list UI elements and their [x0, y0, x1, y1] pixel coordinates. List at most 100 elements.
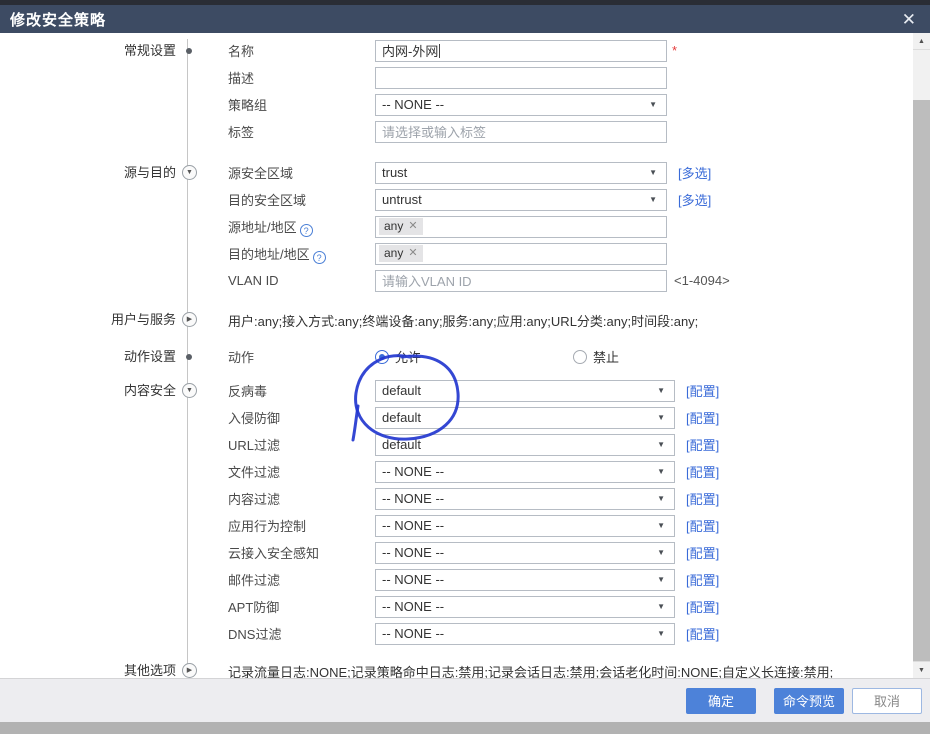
tag-text: any	[384, 245, 403, 262]
content-security-row: 反病毒 default ▼ [配置]	[210, 377, 930, 404]
collapse-expanded-icon[interactable]: ▼	[182, 383, 197, 398]
configure-link[interactable]: [配置]	[686, 408, 719, 427]
section-user-service-content: 用户:any;接入方式:any;终端设备:any;服务:any;应用:any;U…	[210, 308, 930, 332]
profile-label: APT防御	[210, 597, 375, 616]
section-label-text: 内容安全	[124, 383, 176, 398]
vertical-scrollbar: ▲ ▼	[913, 33, 930, 678]
field-row-tags: 标签 请选择或输入标签	[210, 118, 930, 145]
src-addr-tag: any ✕	[379, 218, 423, 235]
dst-zone-multi-select-link[interactable]: [多选]	[678, 190, 711, 209]
collapse-collapsed-icon[interactable]: ▶	[182, 663, 197, 678]
section-label-source-dest: 源与目的 ▼	[0, 159, 210, 186]
section-general: 常规设置 名称 内网-外网 * 描述 策略组 -	[0, 33, 930, 145]
dst-addr-input[interactable]: any ✕	[375, 243, 667, 265]
description-label: 描述	[210, 68, 375, 87]
src-zone-select[interactable]: trust ▼	[375, 162, 667, 184]
other-summary-row: 记录流量日志:NONE;记录策略命中日志:禁用;记录会话日志:禁用;会话老化时间…	[210, 659, 930, 678]
profile-select[interactable]: -- NONE -- ▼	[375, 488, 675, 510]
chevron-down-icon: ▼	[657, 386, 665, 395]
help-icon[interactable]: ?	[313, 251, 326, 264]
timeline-dot-icon	[186, 48, 192, 54]
field-row-src-addr: 源地址/地区? any ✕	[210, 213, 930, 240]
configure-link[interactable]: [配置]	[686, 570, 719, 589]
profile-label: 邮件过滤	[210, 570, 375, 589]
field-row-policy-group: 策略组 -- NONE -- ▼	[210, 91, 930, 118]
src-zone-multi-select-link[interactable]: [多选]	[678, 163, 711, 182]
ok-button[interactable]: 确定	[686, 688, 756, 714]
section-label-general: 常规设置	[0, 37, 210, 64]
radio-allow[interactable]: 允许	[375, 347, 421, 366]
modify-security-policy-dialog: 修改安全策略 ✕ 常规设置 名称 内网-外网 * 描述	[0, 0, 930, 734]
policy-group-select[interactable]: -- NONE -- ▼	[375, 94, 667, 116]
tag-text: any	[384, 218, 403, 235]
section-label-text: 其他选项	[124, 663, 176, 678]
section-source-dest: 源与目的 ▼ 源安全区域 trust ▼ [多选] 目的安全区域 untrust	[0, 159, 930, 294]
user-service-summary-row: 用户:any;接入方式:any;终端设备:any;服务:any;应用:any;U…	[210, 308, 930, 332]
configure-link[interactable]: [配置]	[686, 489, 719, 508]
collapse-collapsed-icon[interactable]: ▶	[182, 312, 197, 327]
configure-link[interactable]: [配置]	[686, 516, 719, 535]
src-addr-input[interactable]: any ✕	[375, 216, 667, 238]
chevron-down-icon: ▼	[649, 100, 657, 109]
profile-label: DNS过滤	[210, 624, 375, 643]
profile-value: -- NONE --	[382, 545, 444, 560]
vlan-input[interactable]: 请输入VLAN ID	[375, 270, 667, 292]
profile-label: 云接入安全感知	[210, 543, 375, 562]
profile-select[interactable]: -- NONE -- ▼	[375, 542, 675, 564]
section-general-content: 名称 内网-外网 * 描述 策略组 -- NONE -- ▼	[210, 37, 930, 145]
profile-select[interactable]: -- NONE -- ▼	[375, 569, 675, 591]
profile-select[interactable]: -- NONE -- ▼	[375, 623, 675, 645]
configure-link[interactable]: [配置]	[686, 597, 719, 616]
profile-value: -- NONE --	[382, 491, 444, 506]
vlan-label: VLAN ID	[210, 273, 375, 288]
profile-select[interactable]: default ▼	[375, 380, 675, 402]
src-addr-label: 源地址/地区?	[210, 217, 375, 237]
configure-link[interactable]: [配置]	[686, 381, 719, 400]
profile-value: -- NONE --	[382, 626, 444, 641]
command-preview-button[interactable]: 命令预览	[774, 688, 844, 714]
timeline-dot-icon	[186, 354, 192, 360]
help-icon[interactable]: ?	[300, 224, 313, 237]
profile-select[interactable]: -- NONE -- ▼	[375, 461, 675, 483]
chevron-down-icon: ▼	[657, 602, 665, 611]
collapse-expanded-icon[interactable]: ▼	[182, 165, 197, 180]
scrollbar-thumb[interactable]	[913, 50, 930, 100]
close-icon[interactable]: ✕	[902, 11, 916, 28]
profile-select[interactable]: default ▼	[375, 407, 675, 429]
profile-select[interactable]: default ▼	[375, 434, 675, 456]
section-content-security: 内容安全 ▼ 反病毒 default ▼ [配置] 入侵防御	[0, 377, 930, 647]
field-row-name: 名称 内网-外网 *	[210, 37, 930, 64]
scroll-down-icon[interactable]: ▼	[913, 661, 930, 678]
action-radio-group: 允许 禁止	[375, 347, 619, 366]
remove-tag-icon[interactable]: ✕	[408, 245, 417, 262]
field-row-dst-addr: 目的地址/地区? any✕	[210, 240, 930, 267]
chevron-down-icon: ▼	[657, 440, 665, 449]
name-input[interactable]: 内网-外网	[375, 40, 667, 62]
dialog-title: 修改安全策略	[10, 9, 902, 30]
action-label: 动作	[210, 347, 375, 366]
profile-select[interactable]: -- NONE -- ▼	[375, 596, 675, 618]
cancel-button[interactable]: 取消	[852, 688, 922, 714]
scroll-up-icon[interactable]: ▲	[913, 33, 930, 50]
profile-label: 入侵防御	[210, 408, 375, 427]
configure-link[interactable]: [配置]	[686, 543, 719, 562]
profile-value: -- NONE --	[382, 518, 444, 533]
profile-select[interactable]: -- NONE -- ▼	[375, 515, 675, 537]
chevron-down-icon: ▼	[657, 467, 665, 476]
content-security-rows: 反病毒 default ▼ [配置] 入侵防御 default ▼	[210, 377, 930, 647]
field-row-src-zone: 源安全区域 trust ▼ [多选]	[210, 159, 930, 186]
configure-link[interactable]: [配置]	[686, 462, 719, 481]
configure-link[interactable]: [配置]	[686, 435, 719, 454]
radio-deny[interactable]: 禁止	[573, 347, 619, 366]
tags-input[interactable]: 请选择或输入标签	[375, 121, 667, 143]
configure-link[interactable]: [配置]	[686, 624, 719, 643]
content-security-row: 入侵防御 default ▼ [配置]	[210, 404, 930, 431]
remove-tag-icon[interactable]: ✕	[408, 218, 417, 235]
description-input[interactable]	[375, 67, 667, 89]
vlan-placeholder: 请输入VLAN ID	[382, 271, 472, 290]
section-other-content: 记录流量日志:NONE;记录策略命中日志:禁用;记录会话日志:禁用;会话老化时间…	[210, 659, 930, 678]
name-label: 名称	[210, 41, 375, 60]
other-options-summary: 记录流量日志:NONE;记录策略命中日志:禁用;记录会话日志:禁用;会话老化时间…	[210, 662, 833, 679]
profile-value: -- NONE --	[382, 572, 444, 587]
dst-zone-select[interactable]: untrust ▼	[375, 189, 667, 211]
